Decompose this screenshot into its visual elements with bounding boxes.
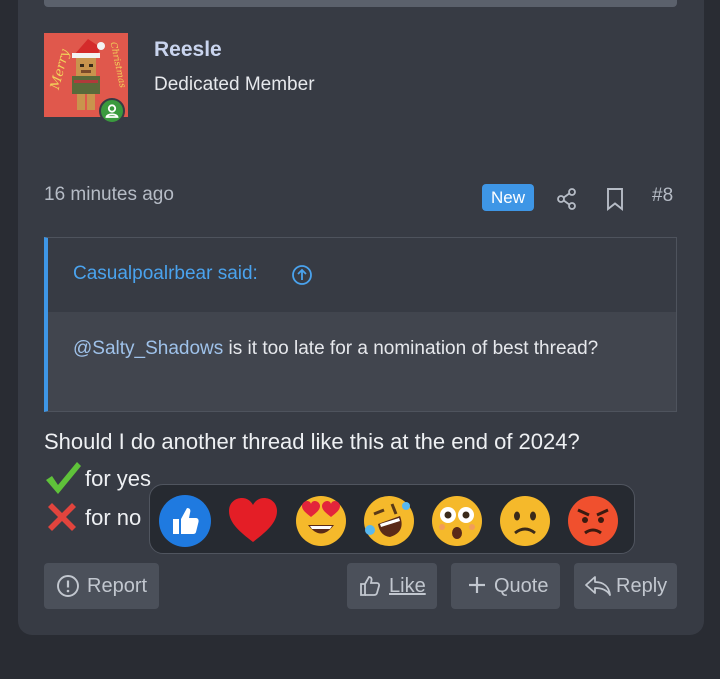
cross-mark-icon [44, 503, 80, 539]
reply-icon [585, 576, 611, 596]
option-no: for no [44, 499, 141, 540]
angry-reaction-icon[interactable] [566, 494, 620, 548]
check-mark-icon [44, 462, 82, 500]
previous-post-divider [44, 0, 677, 7]
like-reaction-icon[interactable] [158, 494, 212, 548]
like-label: Like [389, 575, 426, 597]
reply-label: Reply [616, 575, 668, 597]
astonished-reaction-icon[interactable] [430, 494, 484, 548]
option-yes-label: for yes [85, 466, 152, 491]
quote-content: is it too late for a nomination of best … [223, 338, 599, 359]
like-button[interactable]: Like [347, 563, 437, 609]
report-label: Report [87, 575, 148, 597]
post-body: Should I do another thread like this at … [44, 429, 580, 454]
reaction-picker [149, 484, 635, 554]
mention-link[interactable]: @Salty_Shadows [73, 338, 223, 359]
report-button[interactable]: Report [44, 563, 159, 609]
quote-body: @Salty_Shadows is it too late for a nomi… [48, 312, 676, 411]
jump-to-quote-icon[interactable] [291, 264, 313, 291]
new-badge: New [482, 184, 534, 211]
quote-block: Casualpoalrbear said: @Salty_Shadows is … [44, 237, 677, 412]
share-icon[interactable] [555, 187, 579, 216]
user-title: Dedicated Member [154, 74, 315, 95]
post-timestamp[interactable]: 16 minutes ago [44, 184, 174, 206]
love-reaction-icon[interactable] [226, 494, 280, 548]
sad-reaction-icon[interactable] [498, 494, 552, 548]
thumbs-up-icon [360, 576, 381, 596]
bookmark-icon[interactable] [604, 187, 626, 216]
quote-text: @Salty_Shadows is it too late for a nomi… [73, 334, 633, 364]
option-no-label: for no [85, 505, 142, 530]
quote-button[interactable]: Quote [451, 563, 560, 609]
option-yes: for yes [44, 460, 151, 501]
quote-author-link[interactable]: Casualpoalrbear said: [73, 263, 258, 285]
plus-icon [469, 577, 485, 593]
username[interactable]: Reesle [154, 38, 222, 62]
post-number-link[interactable]: #8 [652, 185, 673, 207]
reply-button[interactable]: Reply [574, 563, 677, 609]
quote-label: Quote [494, 575, 549, 597]
laughing-reaction-icon[interactable] [362, 494, 416, 548]
report-icon [57, 575, 79, 597]
quote-header: Casualpoalrbear said: [48, 238, 676, 312]
heart-eyes-reaction-icon[interactable] [294, 494, 348, 548]
online-status-icon [99, 98, 125, 124]
